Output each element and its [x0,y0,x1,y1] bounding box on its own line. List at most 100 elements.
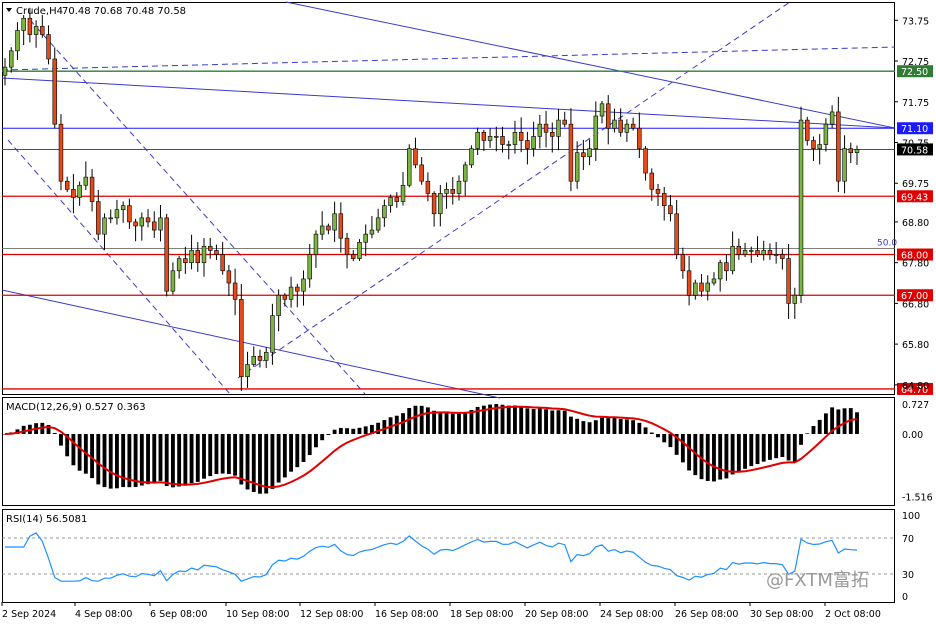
candle-body [494,136,499,138]
macd-bar [556,410,561,434]
time-tick-label: 16 Sep 08:00 [375,609,438,620]
candle-body [307,254,312,280]
candle-body [40,26,45,35]
candle-body [587,148,592,158]
candle-body [183,258,188,263]
candle-body [811,140,816,149]
candle-body [556,119,561,137]
macd-tick-label: -1.516 [902,492,933,503]
macd-bar [500,404,505,434]
candle-body [214,250,219,255]
macd-bar [326,434,331,436]
candle-body [413,148,418,166]
candle-body [537,123,543,137]
macd-bar [805,433,810,434]
candle-body [456,180,462,194]
candle-body [581,152,586,158]
candle-body [176,258,182,272]
candle-body [338,213,344,239]
candle-body [761,250,766,255]
candle-body [612,119,617,129]
macd-panel[interactable] [3,404,859,494]
candle-body [388,197,393,206]
candle-body [319,225,325,235]
candle-body [27,17,33,35]
candle-body [145,217,151,223]
candle-body [158,217,163,231]
candle-body [33,26,39,35]
candle-body [58,123,64,182]
candle-body [139,217,145,227]
candle-body [438,193,443,215]
macd-bar [581,421,586,434]
macd-bar [755,434,760,465]
macd-bar [606,418,611,434]
macd-bar [712,434,716,482]
macd-bar [531,408,536,434]
macd-bar [432,410,437,434]
time-tick-label: 6 Sep 08:00 [150,609,207,620]
macd-bar [438,411,443,434]
candle-body [525,140,530,149]
trading-chart[interactable]: 50.0 72.50 71.10 70.58 69.43 68.00 67.00 64.70… [0,0,936,624]
macd-bar [618,419,623,434]
macd-bar [817,419,822,434]
macd-bar [550,410,555,434]
candle-body [606,103,611,129]
chart-svg[interactable]: 50.0 72.5071.1070.5869.4368.0067.0064.70… [0,0,936,624]
macd-bar [289,434,294,472]
trendline-0 [1,77,896,129]
candle-body [649,172,655,190]
macd-bar [239,434,244,485]
macd-bar [730,434,735,475]
macd-bar [799,434,803,445]
candle-body [792,294,798,304]
price-panel[interactable]: 50.0 [1,1,897,399]
dropdown-arrow-icon[interactable] [6,8,12,12]
macd-bar [450,413,455,434]
candle-body [351,254,356,259]
macd-bar [513,405,517,434]
candle-body [749,250,754,252]
candle-body [805,119,810,141]
rsi-tick-label: 70 [902,534,914,545]
macd-bar [718,434,723,480]
macd-bar [170,434,175,488]
candle-body [152,221,157,231]
candle-body [232,282,238,300]
rsi-panel-frame [2,509,895,603]
price-tick-label: 69.75 [902,179,929,190]
level-tag-71.10: 71.10 [901,124,928,135]
candle-body [518,132,524,141]
rsi-panel[interactable] [2,532,895,582]
candle-body [288,286,294,300]
trendline-5 [7,139,231,395]
candle-body [431,193,437,215]
candle-body [357,241,362,259]
candle-body [674,213,679,255]
macd-bar [357,427,362,434]
candle-body [630,123,636,129]
macd-bar [774,434,779,459]
price-tick-label: 65.80 [902,340,929,351]
candle-body [531,136,536,149]
price-tick-label: 64.80 [902,381,929,392]
macd-bar [736,434,741,472]
macd-bar [855,412,859,434]
macd-bar [152,434,157,484]
candle-body [568,123,574,182]
candle-body [83,176,89,186]
time-tick-label: 26 Sep 08:00 [675,609,738,620]
chart-header: Crude,H4 70.48 70.68 70.48 70.58 [6,6,186,17]
macd-bar [195,434,200,482]
candle-body [643,148,648,174]
macd-bar [139,434,144,486]
symbol-label: Crude,H4 [16,6,63,17]
candle-body [77,184,82,198]
time-tick-label: 24 Sep 08:00 [600,609,663,620]
candle-body [189,250,194,263]
macd-bar [587,422,592,434]
rsi-label: RSI(14) 56.5081 [6,514,87,525]
candle-body [705,282,710,292]
candle-body [798,119,804,296]
